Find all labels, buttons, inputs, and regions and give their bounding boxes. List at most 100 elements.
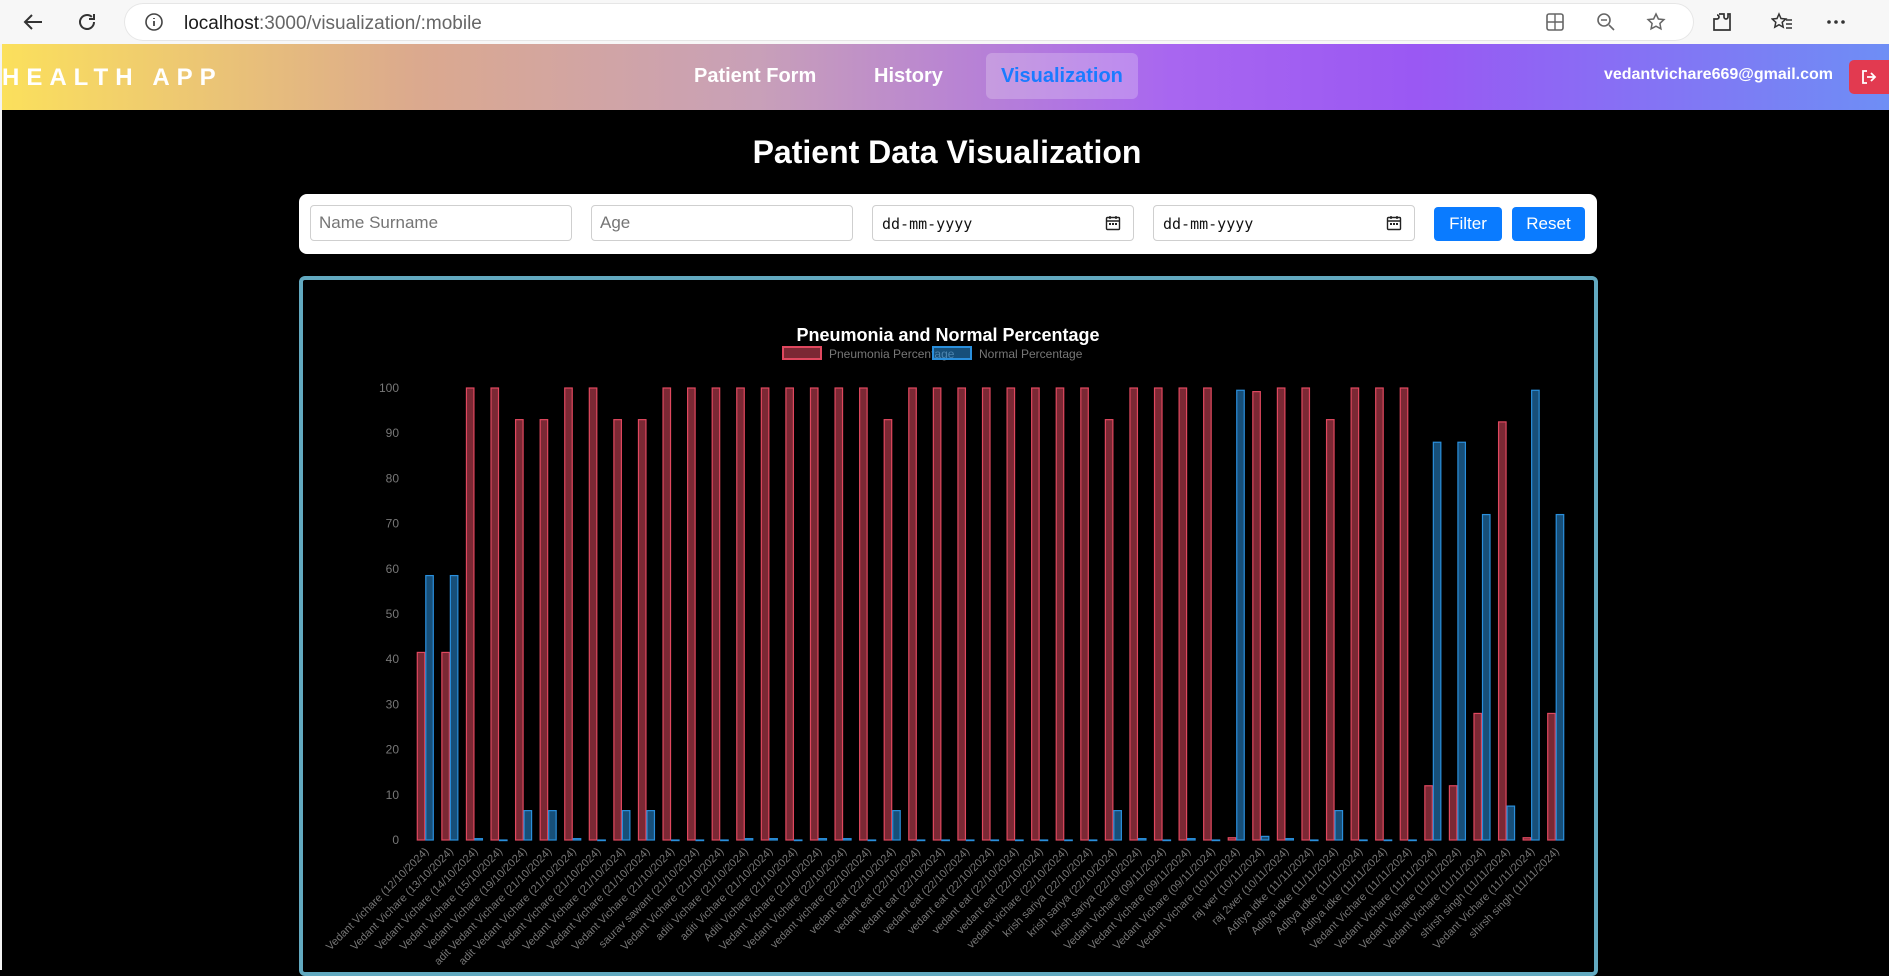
normal-bar[interactable] xyxy=(1383,839,1393,842)
pneumonia-bar[interactable] xyxy=(613,419,622,841)
pneumonia-bar[interactable] xyxy=(809,387,819,841)
pneumonia-bar[interactable] xyxy=(539,419,549,841)
pneumonia-bar[interactable] xyxy=(416,651,426,841)
normal-bar[interactable] xyxy=(1014,839,1024,842)
pneumonia-bar[interactable] xyxy=(711,387,721,841)
normal-bar[interactable] xyxy=(1408,839,1417,842)
pneumonia-bar[interactable] xyxy=(981,387,991,841)
normal-bar[interactable] xyxy=(1531,389,1540,841)
refresh-icon[interactable] xyxy=(73,8,101,36)
normal-bar[interactable] xyxy=(1137,838,1147,841)
pneumonia-bar[interactable] xyxy=(1031,387,1040,841)
pneumonia-bar[interactable] xyxy=(1399,387,1409,841)
normal-bar[interactable] xyxy=(818,838,828,841)
normal-bar[interactable] xyxy=(1260,835,1270,841)
filter-button[interactable]: Filter xyxy=(1434,207,1502,241)
normal-bar[interactable] xyxy=(1285,838,1294,841)
normal-bar[interactable] xyxy=(720,839,729,842)
calendar-icon[interactable] xyxy=(1105,215,1121,235)
normal-bar[interactable] xyxy=(1064,839,1073,842)
pneumonia-bar[interactable] xyxy=(1129,387,1139,841)
normal-bar[interactable] xyxy=(1162,839,1172,842)
pneumonia-bar[interactable] xyxy=(932,387,942,841)
pneumonia-bar[interactable] xyxy=(637,419,647,841)
address-bar[interactable]: localhost:3000/visualization/:mobile xyxy=(124,3,1694,41)
pneumonia-bar[interactable] xyxy=(1473,712,1483,841)
pneumonia-bar[interactable] xyxy=(908,387,917,841)
normal-bar[interactable] xyxy=(1309,839,1319,842)
normal-bar[interactable] xyxy=(1506,805,1516,841)
normal-bar[interactable] xyxy=(1359,839,1368,842)
pneumonia-bar[interactable] xyxy=(785,387,795,841)
pneumonia-bar[interactable] xyxy=(490,387,500,841)
back-arrow-icon[interactable] xyxy=(19,8,47,36)
zoom-out-icon[interactable] xyxy=(1596,12,1616,37)
legend-swatch[interactable] xyxy=(782,346,822,360)
start-date-input[interactable]: dd-mm-yyyy xyxy=(872,205,1134,241)
legend-label[interactable]: Normal Percentage xyxy=(979,347,1083,361)
normal-bar[interactable] xyxy=(1211,839,1221,842)
normal-bar[interactable] xyxy=(597,839,606,842)
normal-bar[interactable] xyxy=(1432,441,1442,841)
pneumonia-bar[interactable] xyxy=(1375,387,1384,841)
normal-bar[interactable] xyxy=(425,574,434,841)
normal-bar[interactable] xyxy=(548,810,557,841)
logout-button[interactable] xyxy=(1849,60,1889,94)
normal-bar[interactable] xyxy=(1481,513,1491,841)
pneumonia-bar[interactable] xyxy=(1424,785,1433,841)
pneumonia-bar[interactable] xyxy=(662,387,672,841)
normal-bar[interactable] xyxy=(498,839,508,842)
normal-bar[interactable] xyxy=(1457,441,1467,841)
pneumonia-bar[interactable] xyxy=(1448,785,1458,841)
normal-bar[interactable] xyxy=(449,574,459,841)
name-input[interactable] xyxy=(310,205,572,241)
normal-bar[interactable] xyxy=(916,839,926,842)
normal-bar[interactable] xyxy=(1236,389,1245,841)
normal-bar[interactable] xyxy=(523,810,533,841)
pneumonia-bar[interactable] xyxy=(564,387,573,841)
extensions-icon[interactable] xyxy=(1708,8,1736,36)
normal-bar[interactable] xyxy=(572,838,582,841)
pneumonia-bar[interactable] xyxy=(760,387,770,841)
pneumonia-bar[interactable] xyxy=(1497,421,1507,841)
normal-bar[interactable] xyxy=(842,838,852,841)
brand-logo[interactable]: HEALTH APP xyxy=(2,64,223,92)
nav-patient-form[interactable]: Patient Form xyxy=(679,53,831,99)
pneumonia-bar[interactable] xyxy=(859,387,868,841)
nav-history[interactable]: History xyxy=(859,53,958,99)
end-date-input[interactable]: dd-mm-yyyy xyxy=(1153,205,1415,241)
pneumonia-bar[interactable] xyxy=(1301,387,1311,841)
pneumonia-bar[interactable] xyxy=(1276,387,1286,841)
pneumonia-bar[interactable] xyxy=(514,419,524,841)
pneumonia-bar[interactable] xyxy=(1227,837,1237,841)
pneumonia-bar[interactable] xyxy=(465,387,475,841)
pneumonia-bar[interactable] xyxy=(1006,387,1016,841)
pneumonia-bar[interactable] xyxy=(883,419,893,841)
normal-bar[interactable] xyxy=(474,838,484,841)
normal-bar[interactable] xyxy=(867,839,877,842)
normal-bar[interactable] xyxy=(965,839,975,842)
pneumonia-bar[interactable] xyxy=(1104,419,1114,841)
legend-swatch[interactable] xyxy=(932,346,972,360)
pneumonia-bar[interactable] xyxy=(1547,712,1556,841)
normal-bar[interactable] xyxy=(621,810,631,841)
normal-bar[interactable] xyxy=(1039,839,1049,842)
normal-bar[interactable] xyxy=(892,810,901,841)
pneumonia-bar[interactable] xyxy=(1522,837,1532,841)
normal-bar[interactable] xyxy=(1088,839,1098,842)
normal-bar[interactable] xyxy=(670,839,680,842)
reset-button[interactable]: Reset xyxy=(1512,207,1585,241)
site-info-icon[interactable] xyxy=(144,12,164,37)
pneumonia-bar[interactable] xyxy=(1252,391,1261,841)
normal-bar[interactable] xyxy=(769,838,778,841)
pneumonia-bar[interactable] xyxy=(957,387,967,841)
normal-bar[interactable] xyxy=(941,839,950,842)
normal-bar[interactable] xyxy=(1555,513,1565,841)
normal-bar[interactable] xyxy=(1334,810,1344,841)
age-input[interactable] xyxy=(591,205,853,241)
pneumonia-bar[interactable] xyxy=(1055,387,1065,841)
more-options-icon[interactable] xyxy=(1822,8,1850,36)
normal-bar[interactable] xyxy=(990,839,1000,842)
normal-bar[interactable] xyxy=(1113,810,1122,841)
normal-bar[interactable] xyxy=(744,838,754,841)
